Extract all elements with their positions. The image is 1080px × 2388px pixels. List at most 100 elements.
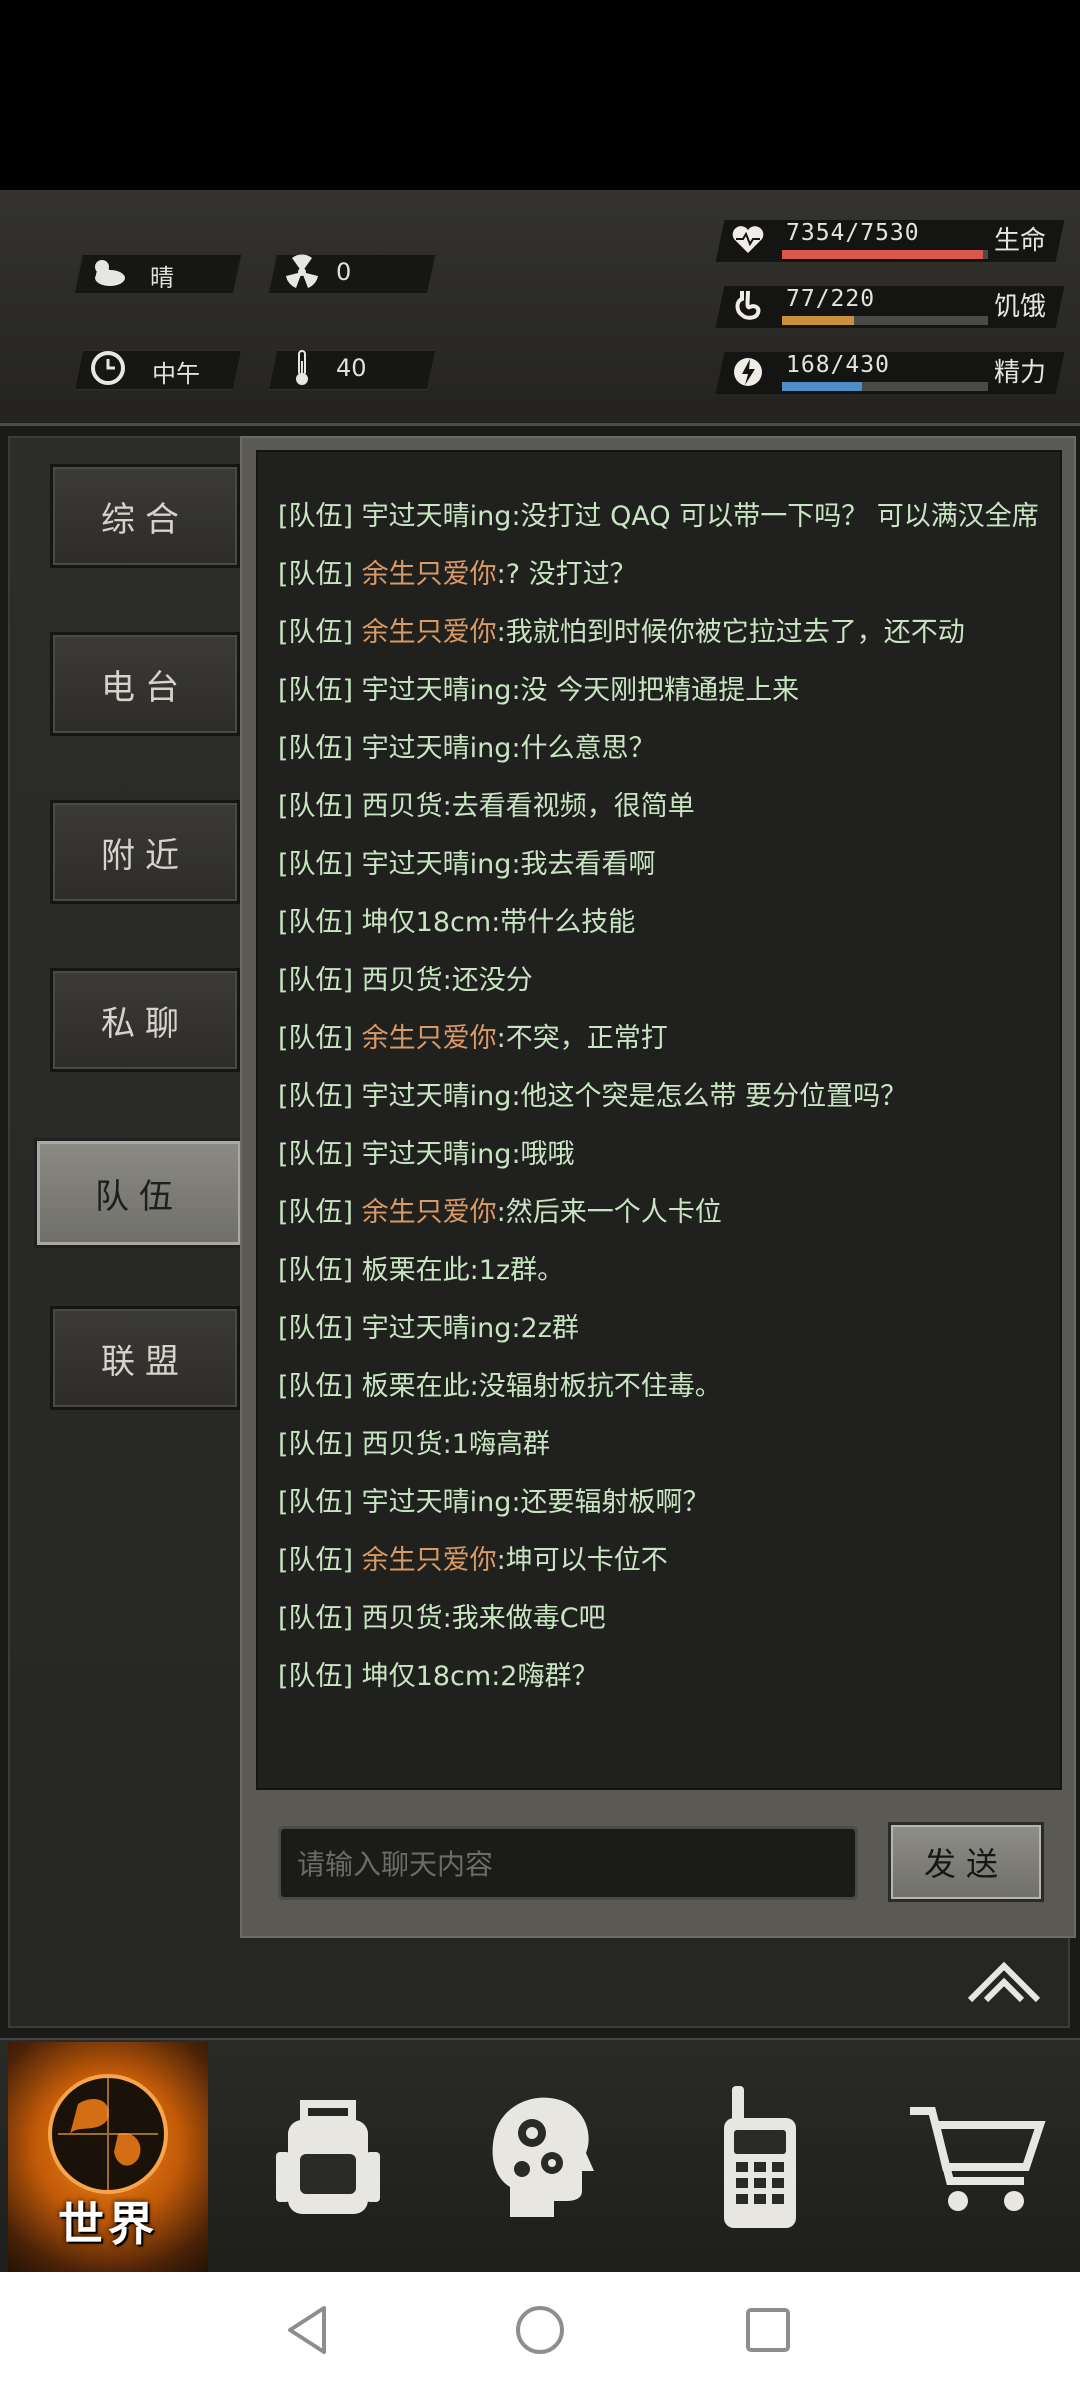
sender-name[interactable]: 板栗在此 [362,1371,470,1402]
nav-radio[interactable] [660,2042,860,2272]
thermometer-icon [280,348,324,388]
channel-tag: [队伍] [278,1661,354,1692]
chat-input[interactable]: 请输入聊天内容 [278,1826,858,1900]
sender-name[interactable]: 宇过天晴ing [362,849,512,880]
hunger-bar [782,316,988,325]
message-text: :我去看看啊 [511,849,656,880]
tab-alliance[interactable]: 联盟 [50,1306,240,1410]
chat-message: [队伍] 宇过天晴ing:他这个突是怎么带 要分位置吗？ [278,1072,1054,1121]
chat-message: [队伍] 西贝货:我来做毒C吧 [278,1594,1054,1643]
message-text: :1z群。 [469,1255,565,1286]
energy-value: 168/430 [786,352,890,378]
channel-tag: [队伍] [278,1487,354,1518]
sender-name[interactable]: 余生只爱你 [362,1545,497,1576]
message-text: :带什么技能 [491,907,636,938]
channel-tag: [队伍] [278,1313,354,1344]
sender-name[interactable]: 板栗在此 [362,1255,470,1286]
stomach-icon [730,288,766,324]
sender-name[interactable]: 宇过天晴ing [362,1139,512,1170]
energy-stat: 168/430 精力 [715,348,1065,396]
chat-message: [队伍] 西贝货:还没分 [278,956,1054,1005]
sender-name[interactable]: 宇过天晴ing [362,733,512,764]
chevron-up-icon[interactable] [964,1952,1044,2008]
chat-message: [队伍] 余生只爱你:? 没打过？ [278,550,1054,599]
sender-name[interactable]: 宇过天晴ing [362,501,512,532]
channel-tag: [队伍] [278,1023,354,1054]
message-text: :我就怕到时候你被它拉过去了，还不动 [496,617,965,648]
radiation-value: 0 [336,258,352,286]
sender-name[interactable]: 宇过天晴ing [362,1313,512,1344]
energy-label: 精力 [993,358,1046,388]
chat-message: [队伍] 宇过天晴ing:还要辐射板啊？ [278,1478,1054,1527]
sender-name[interactable]: 西贝货 [362,965,443,996]
channel-tag: [队伍] [278,791,354,822]
hunger-stat: 77/220 饥饿 [715,282,1065,330]
walkie-talkie-icon [724,2086,796,2228]
chat-log[interactable]: [队伍] 宇过天晴ing:没打过 QAQ 可以带一下吗？ 可以满汉全席 [队伍] … [256,450,1062,1790]
nav-skills[interactable] [440,2042,640,2272]
sender-name[interactable]: 余生只爱你 [362,1023,497,1054]
sender-name[interactable]: 余生只爱你 [362,559,497,590]
chat-message: [队伍] 板栗在此:没辐射板抗不住毒。 [278,1362,1054,1411]
nav-shop[interactable] [876,2042,1076,2272]
health-value: 7354/7530 [786,220,920,246]
back-icon[interactable] [278,2300,338,2360]
chat-message: [队伍] 坤仅18cm:带什么技能 [278,898,1054,947]
home-icon[interactable] [510,2300,570,2360]
channel-tag: [队伍] [278,1197,354,1228]
chat-message: [队伍] 余生只爱你:我就怕到时候你被它拉过去了，还不动 [278,608,1054,657]
send-button[interactable]: 发送 [888,1822,1044,1902]
message-text: :还没分 [442,965,533,996]
bottom-nav: 世界 [0,2038,1080,2272]
sender-name[interactable]: 西贝货 [362,1429,443,1460]
message-text: :他这个突是怎么带 要分位置吗？ [511,1081,908,1112]
message-text: :没 今天刚把精通提上来 [511,675,800,706]
sender-name[interactable]: 余生只爱你 [362,1197,497,1228]
channel-tag: [队伍] [278,617,354,648]
time-text: 中午 [152,360,200,388]
tab-general[interactable]: 综合 [50,464,240,568]
message-text: :还要辐射板啊？ [511,1487,710,1518]
channel-tag: [队伍] [278,1545,354,1576]
sender-name[interactable]: 西贝货 [362,791,443,822]
tab-nearby[interactable]: 附近 [50,800,240,904]
channel-tag: [队伍] [278,1429,354,1460]
recents-icon[interactable] [738,2300,798,2360]
sender-name[interactable]: 坤仅18cm [362,1661,492,1692]
message-text: :? 没打过？ [496,559,637,590]
tab-radio[interactable]: 电台 [50,632,240,736]
radiation-icon [280,252,324,292]
nav-backpack[interactable] [228,2042,428,2272]
system-nav-bar [0,2272,1080,2388]
sender-name[interactable]: 余生只爱你 [362,617,497,648]
channel-tag: [队伍] [278,1255,354,1286]
sender-name[interactable]: 宇过天晴ing [362,1487,512,1518]
cloud-sun-icon [86,252,130,292]
shopping-cart-icon [910,2107,1046,2211]
chat-message: [队伍] 板栗在此:1z群。 [278,1246,1054,1295]
message-text: :然后来一个人卡位 [496,1197,722,1228]
chat-message: [队伍] 余生只爱你:不突，正常打 [278,1014,1054,1063]
message-text: :我来做毒C吧 [442,1603,606,1634]
sender-name[interactable]: 西贝货 [362,1603,443,1634]
tab-team[interactable]: 队伍 [34,1138,244,1248]
head-gears-icon [492,2097,594,2217]
chat-panel: [队伍] 宇过天晴ing:没打过 QAQ 可以带一下吗？ 可以满汉全席 [队伍] … [240,436,1076,1938]
channel-tag: [队伍] [278,965,354,996]
chat-message: [队伍] 西贝货:去看看视频，很简单 [278,782,1054,831]
chat-message: [队伍] 余生只爱你:坤可以卡位不 [278,1536,1054,1585]
status-header: 晴 0 中午 40 7354/7530 生命 77/220 饥饿 168/430… [0,190,1080,576]
sender-name[interactable]: 宇过天晴ing [362,1081,512,1112]
weather-text: 晴 [150,264,174,292]
lightning-icon [730,354,766,390]
backpack-icon [276,2100,380,2214]
sender-name[interactable]: 宇过天晴ing [362,675,512,706]
chat-message: [队伍] 宇过天晴ing:没打过 QAQ 可以带一下吗？ 可以满汉全席 [278,492,1054,541]
channel-tag: [队伍] [278,849,354,880]
health-stat: 7354/7530 生命 [715,216,1065,264]
tab-private[interactable]: 私聊 [50,968,240,1072]
heart-icon [730,222,766,258]
sender-name[interactable]: 坤仅18cm [362,907,492,938]
chat-message: [队伍] 西贝货:1嗨高群 [278,1420,1054,1469]
nav-world[interactable]: 世界 [8,2042,208,2272]
